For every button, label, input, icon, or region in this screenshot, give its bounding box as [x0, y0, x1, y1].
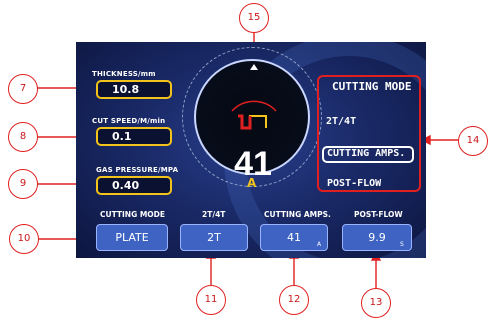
post-flow-unit: S	[400, 241, 404, 248]
menu-cutting-mode[interactable]: CUTTING MODE	[332, 80, 411, 93]
cutting-amps-unit: A	[317, 241, 322, 248]
callout-11: 11	[196, 285, 226, 315]
callout-10: 10	[9, 224, 39, 254]
menu-post-flow[interactable]: POST-FLOW	[327, 178, 381, 189]
callout-12: 12	[279, 285, 309, 315]
trigger-mode-label: 2T/4T	[202, 210, 226, 219]
callout-9: 9	[8, 169, 38, 199]
callout-7: 7	[8, 74, 38, 104]
callout-13: 13	[361, 288, 391, 318]
cutting-mode-button[interactable]: PLATE	[96, 224, 168, 251]
gauge-unit: A	[247, 176, 257, 190]
callout-8: 8	[8, 122, 38, 152]
callout-14: 14	[458, 126, 488, 156]
menu-2t4t[interactable]: 2T/4T	[326, 116, 356, 127]
cutting-mode-label: CUTTING MODE	[100, 210, 166, 219]
trigger-mode-button[interactable]: 2T	[180, 224, 248, 251]
callout-15: 15	[239, 3, 269, 33]
cutting-amps-label: CUTTING AMPS.	[264, 210, 331, 219]
post-flow-label: POST-FLOW	[354, 210, 403, 219]
menu-cutting-amps[interactable]: CUTTING AMPS.	[327, 148, 405, 159]
